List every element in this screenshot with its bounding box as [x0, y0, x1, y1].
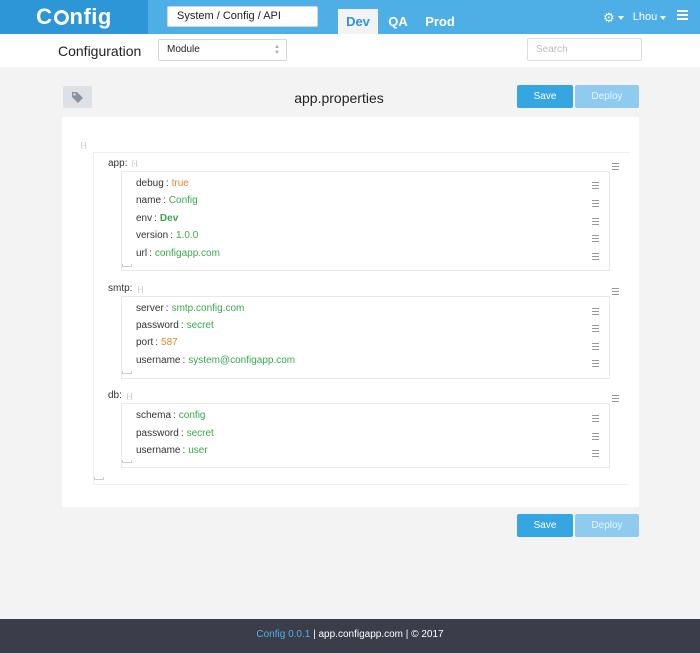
- tab-prod[interactable]: Prod: [420, 9, 460, 34]
- chevron-down-icon: [660, 15, 667, 20]
- resize-handle[interactable]: [122, 460, 132, 463]
- entry-value[interactable]: secret: [187, 320, 214, 331]
- top-bar: Cnfig System / Config / API Dev QA Prod …: [0, 0, 700, 34]
- entry-value[interactable]: user: [188, 445, 207, 456]
- drag-handle-icon[interactable]: [592, 343, 599, 352]
- entry-app-name[interactable]: name: Config: [136, 195, 198, 207]
- entry-value[interactable]: Config: [169, 195, 198, 206]
- entry-key: username: [136, 355, 181, 366]
- drag-handle-icon[interactable]: [592, 325, 599, 334]
- footer-version[interactable]: Config 0.0.1: [256, 629, 310, 640]
- entry-value[interactable]: smtp.config.com: [172, 303, 245, 314]
- sub-header: Configuration Module ▲ ▼: [0, 34, 700, 67]
- save-button-bottom[interactable]: Save: [517, 514, 573, 537]
- drag-handle-icon[interactable]: [592, 253, 599, 262]
- entry-key: server: [136, 303, 164, 314]
- entry-smtp-server[interactable]: server: smtp.config.com: [136, 303, 244, 315]
- page-title: Configuration: [58, 43, 142, 59]
- entry-app-env[interactable]: env: Dev: [136, 213, 178, 225]
- entry-value[interactable]: 1.0.0: [176, 230, 198, 241]
- section-key-app: app:: [108, 158, 128, 169]
- entry-db-password[interactable]: password: secret: [136, 428, 214, 440]
- chevron-down-icon: [617, 15, 624, 20]
- logo-gear-icon: [53, 10, 69, 25]
- deploy-button-bottom[interactable]: Deploy: [575, 514, 639, 537]
- gear-icon[interactable]: ⚙: [603, 10, 615, 25]
- footer-copyright: © 2017: [411, 629, 444, 640]
- footer-separator: |: [313, 629, 316, 640]
- deploy-button[interactable]: Deploy: [575, 85, 639, 108]
- hamburger-menu-icon[interactable]: [677, 10, 688, 21]
- tab-dev[interactable]: Dev: [338, 9, 378, 34]
- entry-app-version[interactable]: version:1.0.0: [136, 230, 198, 242]
- breadcrumb[interactable]: System / Config / API: [167, 6, 318, 27]
- module-select-value: Module: [167, 44, 200, 55]
- tab-qa[interactable]: QA: [383, 9, 413, 34]
- save-button[interactable]: Save: [517, 85, 573, 108]
- entry-key: username: [136, 445, 181, 456]
- entry-key: version: [136, 230, 169, 241]
- app-logo[interactable]: Cnfig: [0, 0, 148, 34]
- drag-handle-icon[interactable]: [592, 450, 599, 459]
- drag-handle-icon[interactable]: [592, 308, 599, 317]
- section-key-db: db:: [108, 390, 122, 401]
- collapse-smtp-icon[interactable]: [-]: [138, 287, 143, 293]
- entry-value[interactable]: 587: [161, 337, 178, 348]
- drag-handle-icon[interactable]: [592, 200, 599, 209]
- entry-app-url[interactable]: url: configapp.com: [136, 248, 220, 260]
- user-name[interactable]: Lhou: [633, 11, 657, 23]
- footer-separator: |: [405, 629, 409, 640]
- footer: Config 0.0.1 | app.configapp.com | © 201…: [0, 619, 700, 653]
- entry-key: debug: [136, 178, 164, 189]
- drag-handle-icon[interactable]: [592, 235, 599, 244]
- entry-key: password: [136, 428, 179, 439]
- drag-handle-icon[interactable]: [612, 163, 619, 172]
- collapse-root-icon[interactable]: [-]: [81, 143, 86, 149]
- entry-key: password: [136, 320, 179, 331]
- entry-value[interactable]: config: [179, 410, 206, 421]
- drag-handle-icon[interactable]: [592, 218, 599, 227]
- drag-handle-icon[interactable]: [612, 395, 619, 404]
- entry-smtp-port[interactable]: port:587: [136, 337, 178, 349]
- entry-db-schema[interactable]: schema: config: [136, 410, 205, 422]
- entry-value[interactable]: true: [172, 178, 189, 189]
- entry-key: name: [136, 195, 162, 206]
- user-menu[interactable]: ⚙ Lhou: [603, 10, 667, 25]
- footer-site[interactable]: app.configapp.com: [319, 629, 404, 640]
- collapse-app-icon[interactable]: [-]: [132, 161, 137, 167]
- entry-key: url: [136, 248, 148, 259]
- entry-value[interactable]: Dev: [160, 213, 178, 224]
- resize-handle[interactable]: [94, 477, 104, 480]
- entry-key: env: [136, 213, 153, 224]
- drag-handle-icon[interactable]: [612, 288, 619, 297]
- resize-handle[interactable]: [122, 371, 132, 374]
- section-key-smtp: smtp:: [108, 283, 133, 294]
- entry-key: port: [136, 337, 154, 348]
- entry-value[interactable]: configapp.com: [155, 248, 220, 259]
- entry-app-debug[interactable]: debug: true: [136, 178, 189, 190]
- sort-arrows-icon: ▲ ▼: [274, 44, 280, 56]
- collapse-db-icon[interactable]: [-]: [127, 394, 132, 400]
- entry-smtp-username[interactable]: username: system@configapp.com: [136, 355, 295, 367]
- drag-handle-icon[interactable]: [592, 182, 599, 191]
- entry-value[interactable]: secret: [187, 428, 214, 439]
- drag-handle-icon[interactable]: [592, 415, 599, 424]
- entry-value[interactable]: system@configapp.com: [188, 355, 295, 366]
- search-input[interactable]: [527, 38, 642, 61]
- module-select[interactable]: Module ▲ ▼: [158, 39, 287, 61]
- drag-handle-icon[interactable]: [592, 360, 599, 369]
- entry-key: schema: [136, 410, 172, 421]
- drag-handle-icon[interactable]: [592, 433, 599, 442]
- resize-handle[interactable]: [122, 264, 132, 267]
- entry-smtp-password[interactable]: password: secret: [136, 320, 214, 332]
- entry-db-username[interactable]: username: user: [136, 445, 208, 457]
